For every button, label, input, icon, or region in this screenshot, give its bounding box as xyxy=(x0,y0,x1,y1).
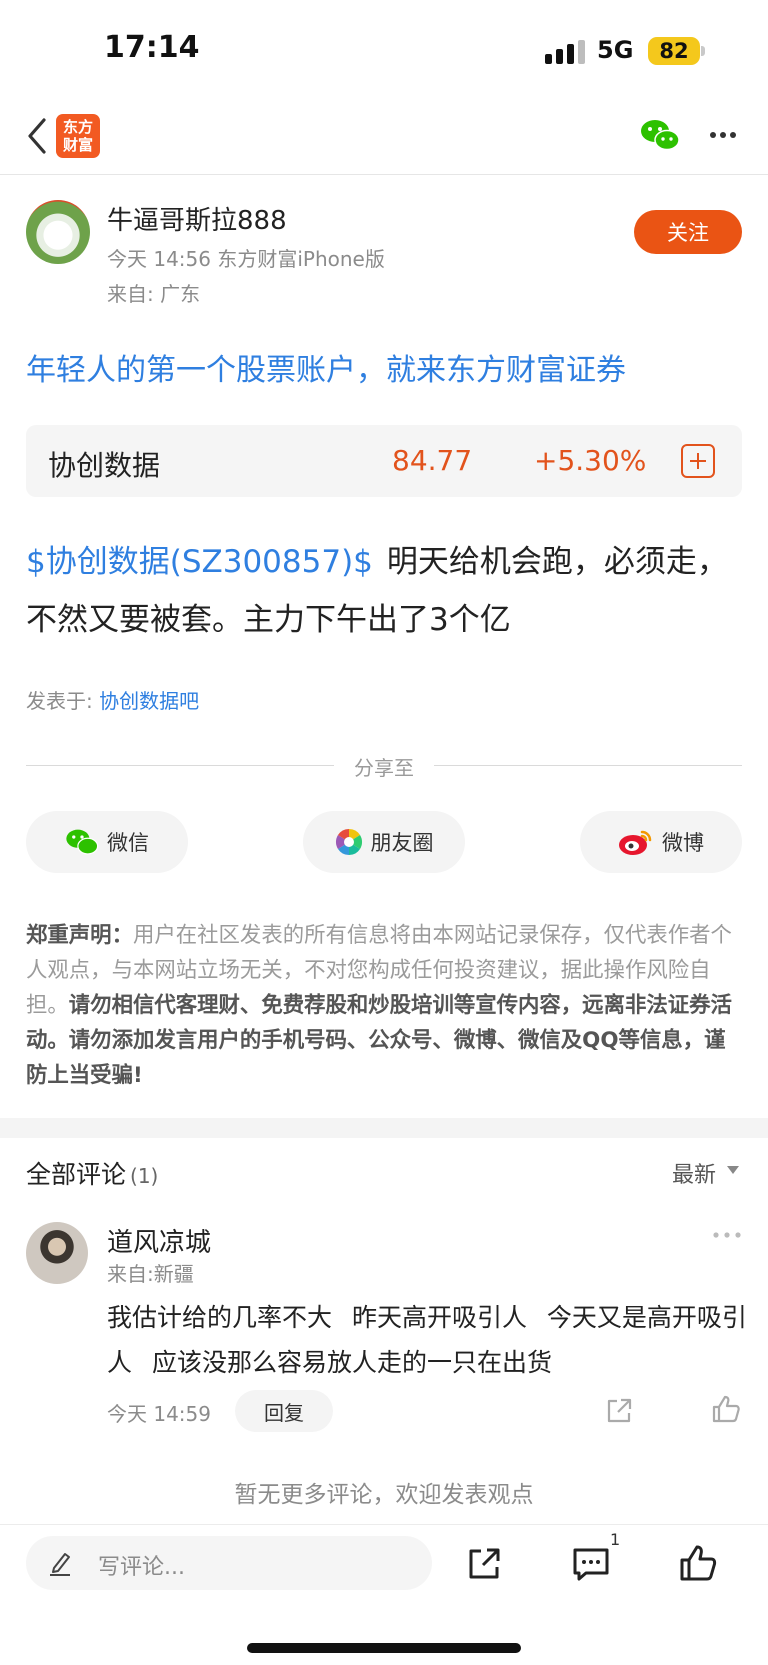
back-arrow-icon[interactable] xyxy=(26,116,48,156)
logo-line-2: 财富 xyxy=(62,136,93,154)
add-watchlist-icon[interactable] xyxy=(681,444,715,478)
comment-input[interactable]: 写评论... xyxy=(26,1536,432,1590)
comment-placeholder: 写评论... xyxy=(98,1555,185,1580)
author-location: 来自: 广东 xyxy=(107,282,201,306)
comments-title: 全部评论 (1) xyxy=(26,1155,158,1191)
moments-icon xyxy=(335,828,362,856)
more-options-icon[interactable] xyxy=(708,124,738,146)
comments-count: (1) xyxy=(130,1164,159,1188)
comment-count-badge: 1 xyxy=(610,1530,621,1549)
stock-name: 协创数据 xyxy=(48,449,161,482)
comment-text: 我估计给的几率不大 昨天高开吸引人 今天又是高开吸引人 应该没那么容易放人走的一… xyxy=(107,1303,747,1377)
wechat-icon xyxy=(66,829,99,855)
home-indicator xyxy=(247,1643,521,1653)
comment-more-icon[interactable] xyxy=(712,1228,742,1242)
posted-in-label: 发表于: xyxy=(26,689,100,713)
author-name[interactable]: 牛逼哥斯拉888 xyxy=(107,200,287,237)
commenter-name[interactable]: 道风凉城 xyxy=(107,1222,211,1259)
stock-price: 84.77 xyxy=(392,444,473,477)
chevron-down-icon[interactable] xyxy=(727,1166,739,1174)
commenter-location: 来自:新疆 xyxy=(107,1262,194,1286)
share-divider-left xyxy=(26,765,334,766)
battery-icon: 82 xyxy=(648,37,700,65)
share-wechat-label: 微信 xyxy=(107,831,149,855)
sort-dropdown[interactable]: 最新 xyxy=(672,1157,716,1189)
comments-title-label: 全部评论 xyxy=(26,1160,127,1189)
stock-tag-link[interactable]: $协创数据(SZ300857)$ xyxy=(26,544,373,580)
share-title: 分享至 xyxy=(354,756,414,780)
post-body: $协创数据(SZ300857)$ 明天给机会跑，必须走，不然又要被套。主力下午出了… xyxy=(26,533,742,649)
logo-line-1: 东方 xyxy=(62,118,93,136)
nav-divider xyxy=(0,174,768,175)
share-icon[interactable] xyxy=(466,1546,502,1582)
stock-change: +5.30% xyxy=(534,444,647,477)
board-link[interactable]: 协创数据吧 xyxy=(99,689,199,713)
share-wechat-button[interactable]: 微信 xyxy=(26,811,188,873)
posted-in: 发表于: 协创数据吧 xyxy=(26,685,199,714)
commenter-avatar[interactable] xyxy=(26,1222,88,1284)
disclaimer-strong: 请勿相信代客理财、免费荐股和炒股培训等宣传内容，远离非法证券活动。请勿添加发言用… xyxy=(26,993,732,1088)
pen-icon xyxy=(50,1553,70,1576)
eastmoney-logo: 东方 财富 xyxy=(56,114,100,158)
author-avatar[interactable] xyxy=(26,200,90,264)
network-type: 5G xyxy=(597,36,634,64)
status-time: 17:14 xyxy=(104,30,200,65)
wechat-icon[interactable] xyxy=(640,118,680,152)
share-moments-label: 朋友圈 xyxy=(370,831,434,855)
like-icon[interactable] xyxy=(679,1544,717,1582)
section-separator xyxy=(0,1118,768,1138)
stock-card[interactable]: 协创数据 84.77 +5.30% xyxy=(26,425,742,497)
no-more-comments: 暂无更多评论，欢迎发表观点 xyxy=(234,1482,534,1508)
bottom-divider xyxy=(0,1524,768,1525)
disclaimer-head: 郑重声明： xyxy=(26,923,133,948)
comment-share-icon[interactable] xyxy=(604,1396,634,1426)
battery-tip xyxy=(701,46,705,56)
promo-link[interactable]: 年轻人的第一个股票账户，就来东方财富证券 xyxy=(26,345,626,389)
post-meta: 今天 14:56 东方财富iPhone版 xyxy=(107,247,385,271)
share-weibo-label: 微博 xyxy=(662,831,704,855)
disclaimer: 郑重声明：用户在社区发表的所有信息将由本网站记录保存，仅代表作者个人观点，与本网… xyxy=(26,918,742,1093)
share-weibo-button[interactable]: 微博 xyxy=(580,811,742,873)
comment-icon[interactable] xyxy=(572,1546,610,1582)
weibo-icon xyxy=(619,830,652,855)
cellular-signal-icon xyxy=(545,40,585,64)
reply-button[interactable]: 回复 xyxy=(235,1390,333,1432)
share-divider-right xyxy=(434,765,742,766)
follow-button[interactable]: 关注 xyxy=(634,210,742,254)
comment-like-icon[interactable] xyxy=(711,1394,741,1424)
comment-time: 今天 14:59 xyxy=(107,1402,211,1426)
share-moments-button[interactable]: 朋友圈 xyxy=(303,811,465,873)
